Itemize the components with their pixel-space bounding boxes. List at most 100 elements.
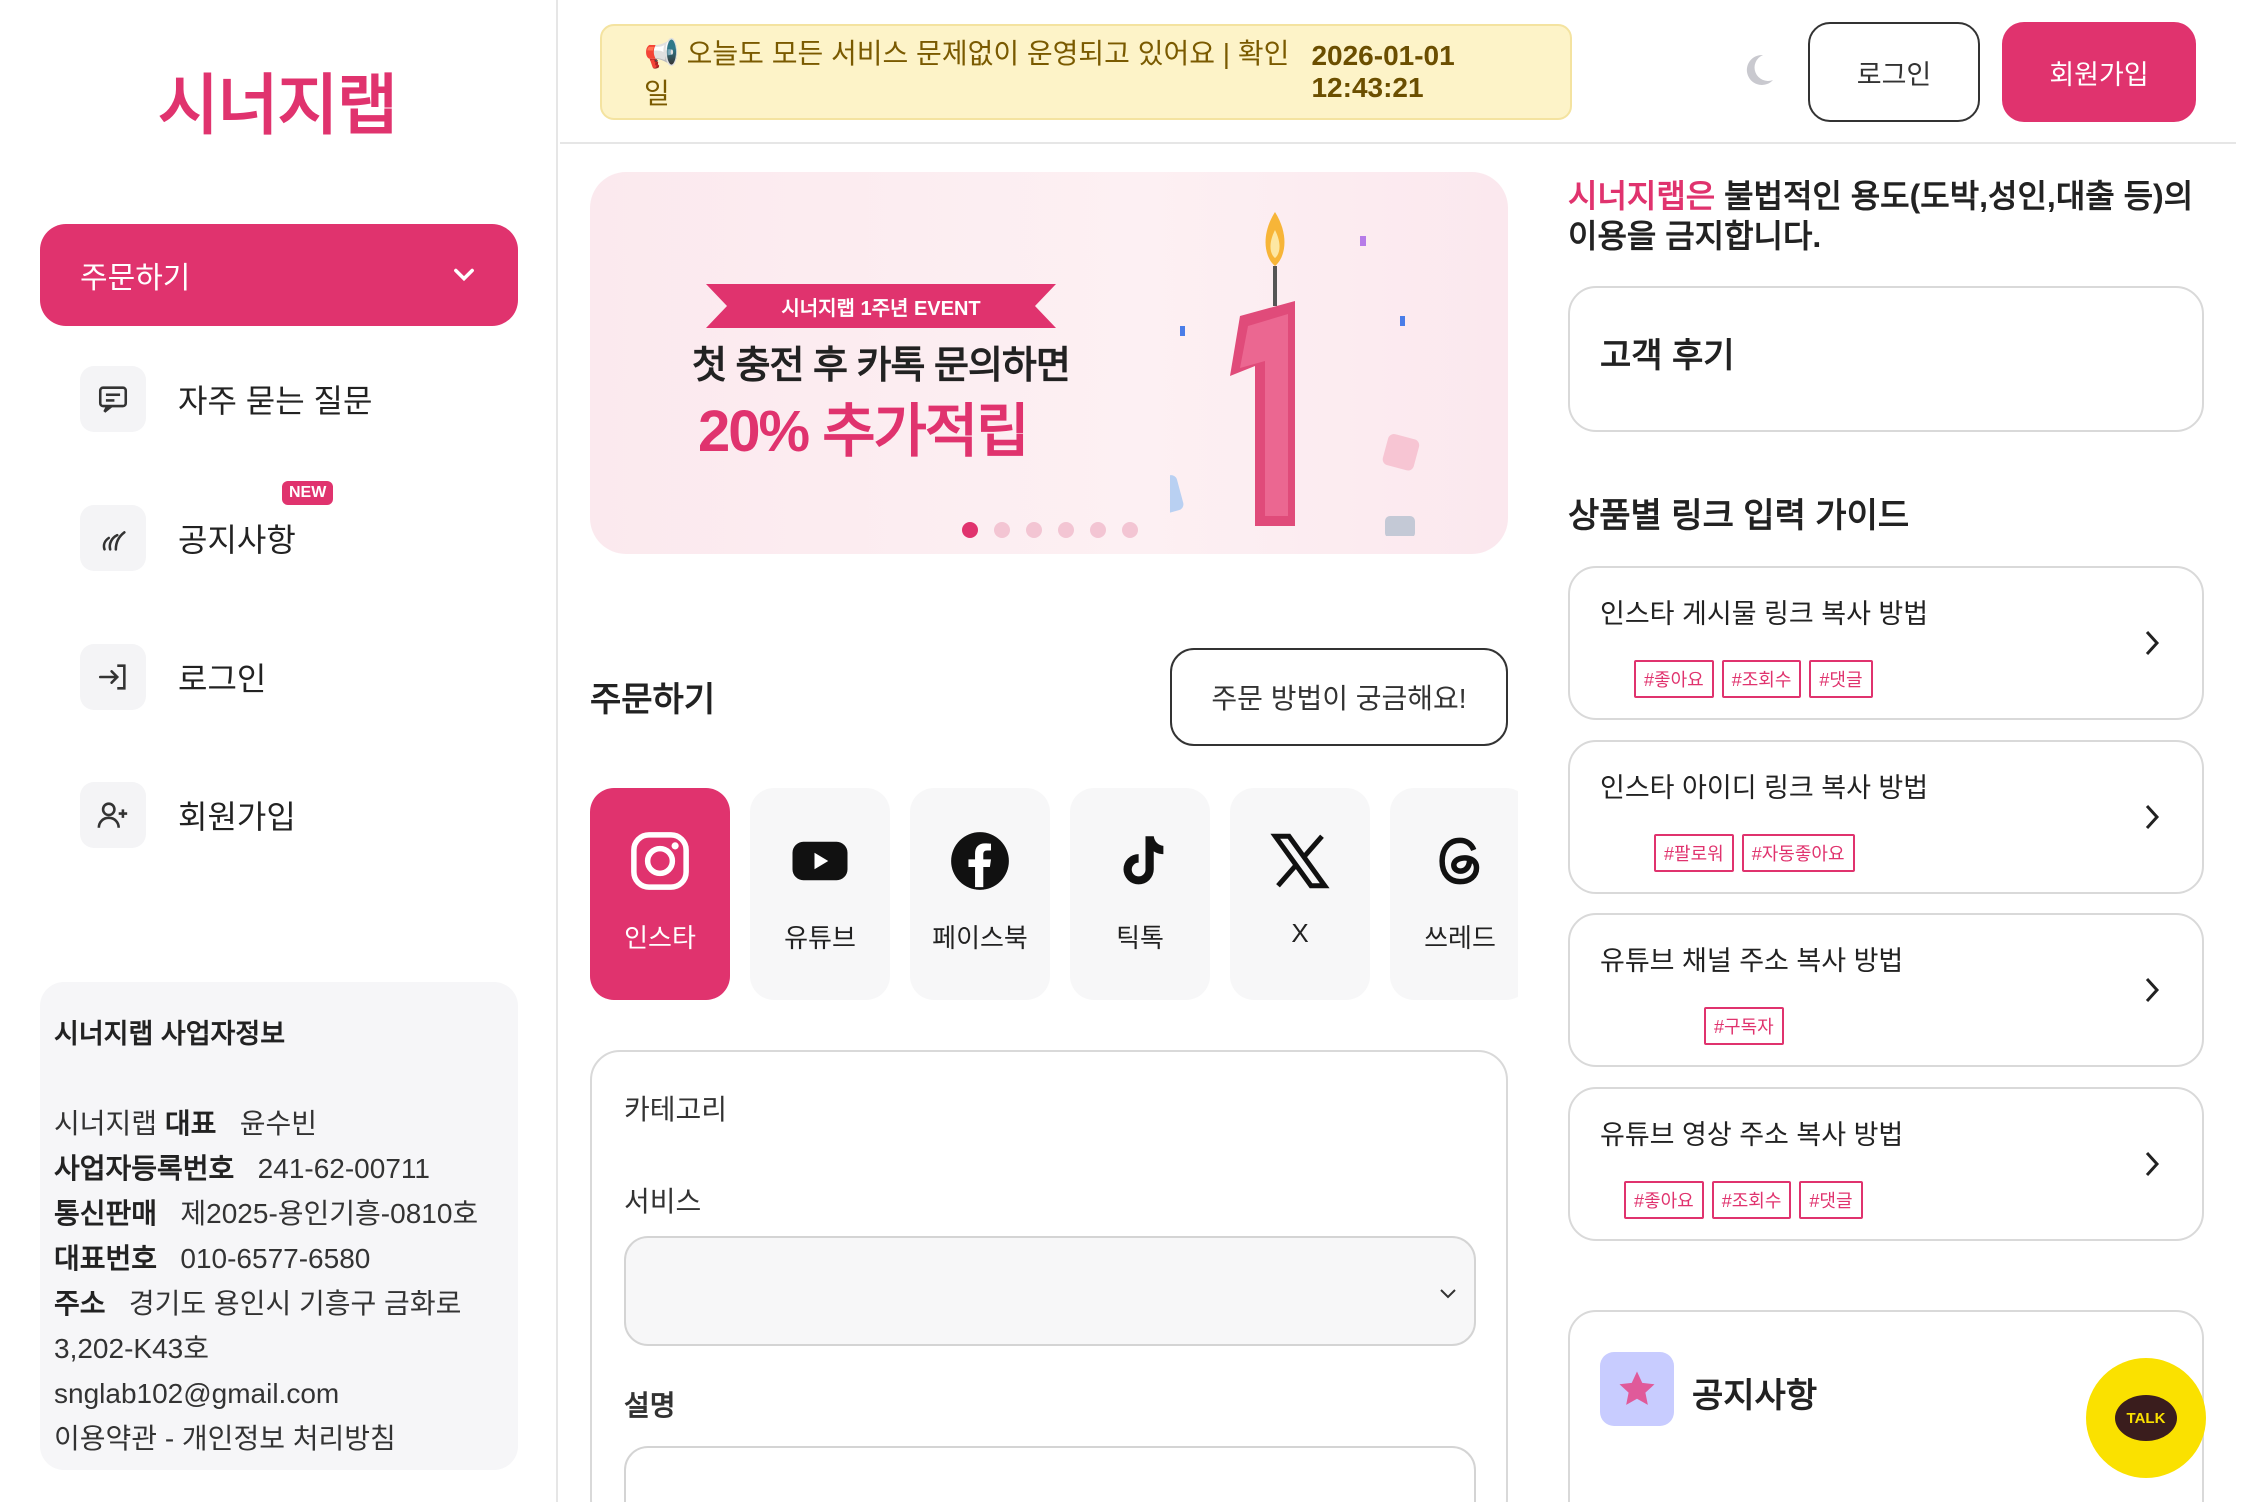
how-to-order-button[interactable]: 주문 방법이 궁금해요! <box>1170 648 1508 746</box>
platform-label: 페이스북 <box>932 923 1028 953</box>
star-icon <box>1600 1352 1674 1426</box>
notice-text: 📢 오늘도 모든 서비스 문제없이 운영되고 있어요 | 확인일 <box>644 38 1290 109</box>
threads-icon <box>1439 837 1480 885</box>
guide-card[interactable]: 인스타 아이디 링크 복사 방법 #팔로워 #자동좋아요 <box>1568 740 2204 894</box>
platform-label: 쓰레드 <box>1424 923 1496 953</box>
tag: #좋아요 <box>1624 1181 1704 1219</box>
banner-line1: 첫 충전 후 카톡 문의하면 <box>692 345 1071 387</box>
tag: #좋아요 <box>1634 660 1714 698</box>
customer-review-card[interactable]: 고객 후기 <box>1568 286 2204 432</box>
slide-dot[interactable] <box>1122 522 1138 538</box>
mail-order-row: 통신판매 제2025-용인기흥-0810호 <box>54 1198 479 1229</box>
platform-label: 인스타 <box>624 923 696 953</box>
terms-link[interactable]: 이용약관 - 개인정보 처리방침 <box>54 1416 504 1461</box>
tag: #조회수 <box>1721 660 1802 698</box>
slide-dot[interactable] <box>962 522 978 538</box>
youtube-icon <box>792 841 848 881</box>
tag-list: #팔로워 #자동좋아요 <box>1654 834 1855 872</box>
platform-label: 틱톡 <box>1116 923 1164 953</box>
guide-name: 유튜브 채널 주소 복사 방법 <box>1600 946 1904 976</box>
tag: #조회수 <box>1711 1181 1792 1219</box>
tag: #구독자 <box>1704 1007 1784 1045</box>
chevron-right-icon <box>2145 630 2160 656</box>
signup-button[interactable]: 회원가입 <box>2002 22 2196 122</box>
business-info-title: 시너지랩 사업자정보 <box>54 1019 286 1049</box>
notice-timestamp: 2026-01-01 12:43:21 <box>1311 40 1455 103</box>
chevron-right-icon <box>2145 1151 2160 1177</box>
platform-facebook[interactable]: 페이스북 <box>910 788 1050 1000</box>
description-box <box>624 1446 1476 1502</box>
sidebar-item-login[interactable]: 로그인 <box>80 642 266 712</box>
description-label: 설명 <box>624 1390 676 1421</box>
usage-warning: 시너지랩은 불법적인 용도(도박,성인,대출 등)의 이용을 금지합니다. <box>1568 176 2208 256</box>
email-row: snglab102@gmail.com <box>54 1378 340 1409</box>
tag-list: #구독자 <box>1704 1007 1784 1045</box>
moon-icon[interactable] <box>1738 50 1778 90</box>
tag: #댓글 <box>1799 1181 1863 1219</box>
logo[interactable]: 시너지랩 <box>158 52 398 148</box>
warning-brand: 시너지랩은 <box>1568 178 1716 214</box>
order-menu-button[interactable]: 주문하기 <box>40 224 518 326</box>
phone-row: 대표번호 010-6577-6580 <box>54 1243 371 1274</box>
ceo-row: 시너지랩 대표 윤수빈 <box>54 1108 317 1139</box>
sidebar-item-label: 로그인 <box>178 661 267 697</box>
tag-list: #좋아요 #조회수 #댓글 <box>1634 660 1873 698</box>
chevron-right-icon <box>2145 977 2160 1003</box>
guide-name: 인스타 게시물 링크 복사 방법 <box>1600 599 1929 629</box>
sidebar-item-faq[interactable]: 자주 묻는 질문 <box>80 364 372 434</box>
new-badge: NEW <box>282 481 334 505</box>
top-bar: 📢 오늘도 모든 서비스 문제없이 운영되고 있어요 | 확인일 2026-01… <box>560 0 2236 144</box>
login-icon <box>80 644 146 710</box>
guide-name: 인스타 아이디 링크 복사 방법 <box>1600 773 1929 803</box>
slide-dot[interactable] <box>1090 522 1106 538</box>
birthday-number-graphic <box>1170 212 1420 536</box>
address-row-2: 3,202-K43호 <box>54 1333 209 1364</box>
sidebar-item-label: 자주 묻는 질문 <box>178 383 373 419</box>
platform-threads[interactable]: 쓰레드 <box>1390 788 1518 1000</box>
notice-card-title: 공지사항 <box>1692 1377 1818 1415</box>
platform-label: X <box>1291 918 1309 948</box>
talk-icon: TALK <box>2115 1395 2177 1441</box>
platform-tiktok[interactable]: 틱톡 <box>1070 788 1210 1000</box>
sidebar-item-label: 공지사항 <box>178 522 296 558</box>
sidebar-item-signup[interactable]: 회원가입 <box>80 780 296 850</box>
chevron-down-icon <box>1440 1289 1456 1299</box>
chevron-right-icon <box>2145 804 2160 830</box>
banner-ribbon: 시너지랩 1주년 EVENT <box>706 284 1056 328</box>
banner-line2: 20% 추가적립 <box>698 399 1030 464</box>
x-icon <box>1270 833 1330 889</box>
tag: #자동좋아요 <box>1741 834 1855 872</box>
kakao-talk-button[interactable]: TALK <box>2086 1358 2206 1478</box>
platform-youtube[interactable]: 유튜브 <box>750 788 890 1000</box>
sidebar: 시너지랩 주문하기 자주 묻는 질문 공지사항 NEW 로그인 회원가입 시너지… <box>0 0 558 1502</box>
guide-section-title: 상품별 링크 입력 가이드 <box>1568 497 1910 535</box>
slide-dot[interactable] <box>994 522 1010 538</box>
slide-dots <box>962 522 1138 538</box>
tiktok-icon <box>1123 836 1164 885</box>
slide-dot[interactable] <box>1058 522 1074 538</box>
reg-row: 사업자등록번호 241-62-00711 <box>54 1153 430 1184</box>
order-menu-label: 주문하기 <box>80 262 191 295</box>
sidebar-item-label: 회원가입 <box>178 799 296 835</box>
platform-x[interactable]: X <box>1230 788 1370 1000</box>
event-banner[interactable]: 시너지랩 1주년 EVENT 첫 충전 후 카톡 문의하면 20% 추가적립 <box>590 172 1508 554</box>
guide-card[interactable]: 인스타 게시물 링크 복사 방법 #좋아요 #조회수 #댓글 <box>1568 566 2204 720</box>
order-form: 카테고리 서비스 설명 <box>590 1050 1508 1502</box>
slide-dot[interactable] <box>1026 522 1042 538</box>
facebook-icon <box>951 832 1009 890</box>
guide-card[interactable]: 유튜브 채널 주소 복사 방법 #구독자 <box>1568 913 2204 1067</box>
platform-instagram[interactable]: 인스타 <box>590 788 730 1000</box>
login-button[interactable]: 로그인 <box>1808 22 1980 122</box>
tag-list: #좋아요 #조회수 #댓글 <box>1624 1181 1863 1219</box>
megaphone-icon <box>80 505 146 571</box>
order-section-title: 주문하기 <box>590 681 716 719</box>
tag: #팔로워 <box>1654 834 1734 872</box>
service-select[interactable] <box>624 1236 1476 1346</box>
tag: #댓글 <box>1809 660 1873 698</box>
guide-name: 유튜브 영상 주소 복사 방법 <box>1600 1120 1904 1150</box>
chat-icon <box>80 366 146 432</box>
guide-card[interactable]: 유튜브 영상 주소 복사 방법 #좋아요 #조회수 #댓글 <box>1568 1087 2204 1241</box>
business-info: 시너지랩 사업자정보 시너지랩 대표 윤수빈 사업자등록번호 241-62-00… <box>40 982 518 1470</box>
category-label: 카테고리 <box>624 1094 728 1125</box>
sidebar-item-notice[interactable]: 공지사항 NEW <box>80 481 334 573</box>
